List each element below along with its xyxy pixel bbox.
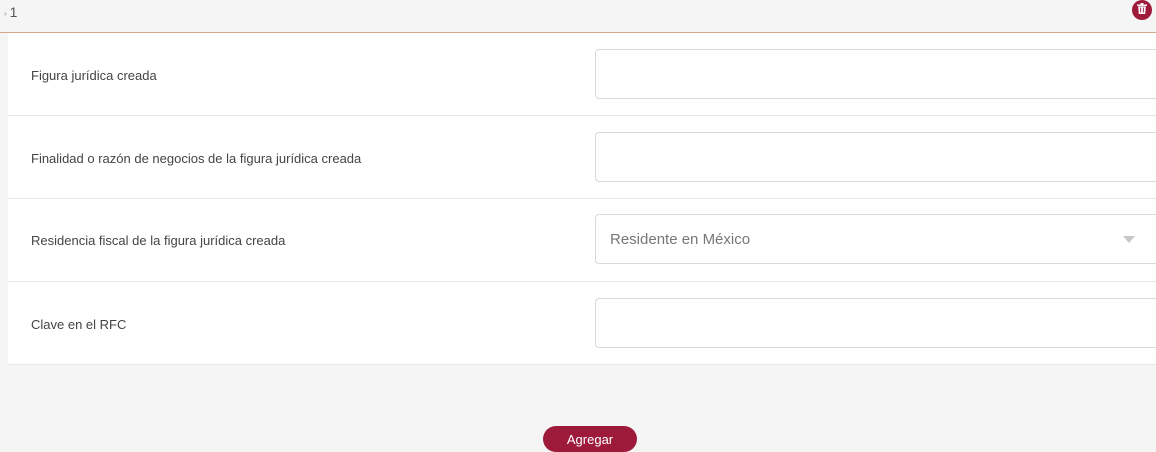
caret-down-icon xyxy=(1123,236,1135,243)
figura-input[interactable] xyxy=(595,49,1156,99)
residencia-label: Residencia fiscal de la figura jurídica … xyxy=(31,233,286,248)
finalidad-input[interactable] xyxy=(595,132,1156,182)
form-row-rfc: Clave en el RFC xyxy=(8,282,1156,365)
chevron-right-icon: › xyxy=(4,8,7,18)
residencia-select-value: Residente en México xyxy=(610,230,751,248)
section-index: › 1 xyxy=(4,4,17,20)
section-header: › 1 xyxy=(0,0,1156,33)
form-row-residencia: Residencia fiscal de la figura jurídica … xyxy=(8,199,1156,282)
add-button[interactable]: Agregar xyxy=(543,426,637,452)
delete-section-button[interactable] xyxy=(1132,0,1152,20)
rfc-input[interactable] xyxy=(595,298,1156,348)
finalidad-label: Finalidad o razón de negocios de la figu… xyxy=(31,151,362,166)
residencia-select[interactable]: Residente en México xyxy=(595,214,1156,264)
trash-icon xyxy=(1137,1,1147,19)
form-section: Figura jurídica creada Finalidad o razón… xyxy=(8,33,1156,365)
figura-label: Figura jurídica creada xyxy=(31,68,157,83)
form-row-figura: Figura jurídica creada xyxy=(8,33,1156,116)
section-index-label: 1 xyxy=(9,4,18,20)
rfc-label: Clave en el RFC xyxy=(31,317,127,332)
form-row-finalidad: Finalidad o razón de negocios de la figu… xyxy=(8,116,1156,199)
